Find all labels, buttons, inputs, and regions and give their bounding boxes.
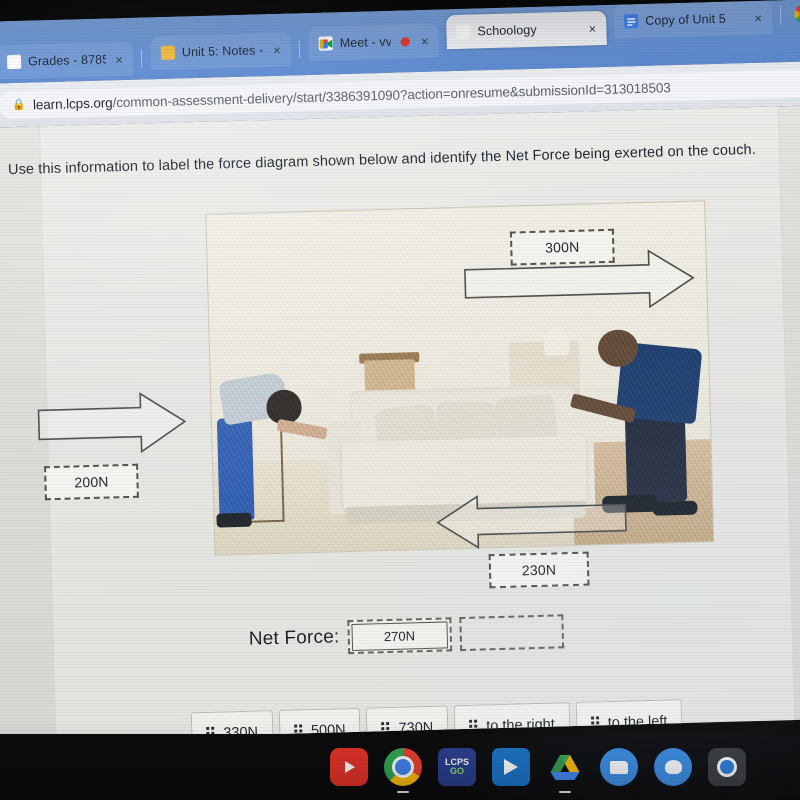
force-value: 230N (521, 561, 557, 579)
lcps-go-icon[interactable]: LCPS GO (438, 748, 476, 786)
tab-title: Schoology (477, 22, 537, 39)
force-diagram: 200N 300N 230N Net Force: 270N 330N 500N… (9, 175, 800, 742)
force-arrow-bottom (435, 491, 628, 552)
photo-person-left-head (265, 389, 302, 425)
close-icon[interactable]: × (419, 33, 431, 48)
close-icon[interactable]: × (752, 10, 764, 25)
net-force-label: Net Force: (248, 626, 340, 650)
force-label-bottom[interactable]: 230N (488, 551, 590, 589)
browser-tab-unit5-notes[interactable]: Unit 5: Notes - × (150, 32, 292, 71)
browser-tab-schoology[interactable]: S Schoology × (445, 10, 607, 50)
schoology-icon: S (456, 24, 471, 39)
tab-separator (298, 40, 301, 59)
record-dot-icon (397, 34, 411, 48)
tab-title: Grades - 8785 (27, 52, 107, 69)
camera-icon[interactable] (708, 748, 746, 786)
url-path: /common-assessment-delivery/start/338639… (112, 79, 671, 110)
tab-title: Copy of Unit 5 (645, 11, 726, 28)
photo-lamp (543, 327, 569, 356)
net-force-magnitude-chip[interactable]: 270N (351, 620, 448, 651)
document-icon (160, 45, 176, 60)
browser-tab-copy-of-unit-5[interactable]: Copy of Unit 5 × (613, 0, 773, 39)
browser-tab-meet[interactable]: Meet - vvn × (308, 23, 440, 61)
google-docs-icon (624, 14, 639, 29)
google-g-icon[interactable] (794, 3, 800, 26)
answer-chip-label: to the right (486, 716, 555, 734)
lock-icon: 🔒 (12, 98, 27, 111)
tab-title: Unit 5: Notes - (181, 43, 264, 60)
active-app-indicator (397, 790, 409, 793)
active-app-indicator (559, 790, 571, 793)
tab-separator (140, 49, 143, 68)
close-icon[interactable]: × (113, 51, 125, 66)
drag-handle-icon[interactable] (469, 719, 478, 733)
net-force-direction-dropzone[interactable] (458, 614, 564, 652)
chromeos-shelf: LCPS GO (0, 734, 800, 800)
close-icon[interactable]: × (271, 42, 283, 57)
files-icon[interactable] (600, 748, 638, 786)
url-host: learn.lcps.org (32, 94, 113, 112)
net-force-magnitude-dropzone[interactable]: 270N (347, 617, 452, 655)
close-icon[interactable]: × (586, 21, 598, 36)
force-arrow-left (36, 390, 188, 456)
gmail-icon: M (6, 54, 22, 70)
youtube-icon[interactable] (330, 748, 368, 786)
paint-icon[interactable] (654, 748, 692, 786)
send-app-icon[interactable] (492, 748, 530, 786)
net-force-row: Net Force: 270N (248, 614, 564, 657)
photo-person-right-legs (625, 412, 688, 503)
browser-window: M Grades - 8785 × Unit 5: Notes - × Meet… (0, 0, 800, 742)
google-meet-icon (318, 36, 333, 51)
assessment-page: Use this information to label the force … (0, 104, 800, 742)
photographed-screen: M Grades - 8785 × Unit 5: Notes - × Meet… (0, 0, 800, 800)
tab-separator (779, 6, 782, 25)
photo-person-left-shoe (216, 512, 253, 528)
drag-handle-icon[interactable] (590, 716, 599, 730)
lcps-go-line2: GO (449, 766, 464, 776)
browser-tab-grades[interactable]: M Grades - 8785 × (0, 41, 134, 80)
force-value: 300N (544, 238, 580, 256)
force-label-left[interactable]: 200N (44, 463, 139, 501)
force-value: 200N (74, 473, 109, 491)
url-text: learn.lcps.org/common-assessment-deliver… (33, 80, 671, 112)
tab-title: Meet - vvn (339, 34, 391, 51)
force-label-top-right[interactable]: 300N (509, 228, 615, 266)
photo-person-right-shoe-2 (652, 500, 698, 516)
answer-chip-label: to the left (607, 713, 668, 731)
shelf-icon-row: LCPS GO (330, 748, 746, 793)
chrome-icon[interactable] (384, 748, 422, 793)
google-drive-icon[interactable] (546, 748, 584, 793)
photo-person-left-legs (216, 417, 255, 521)
